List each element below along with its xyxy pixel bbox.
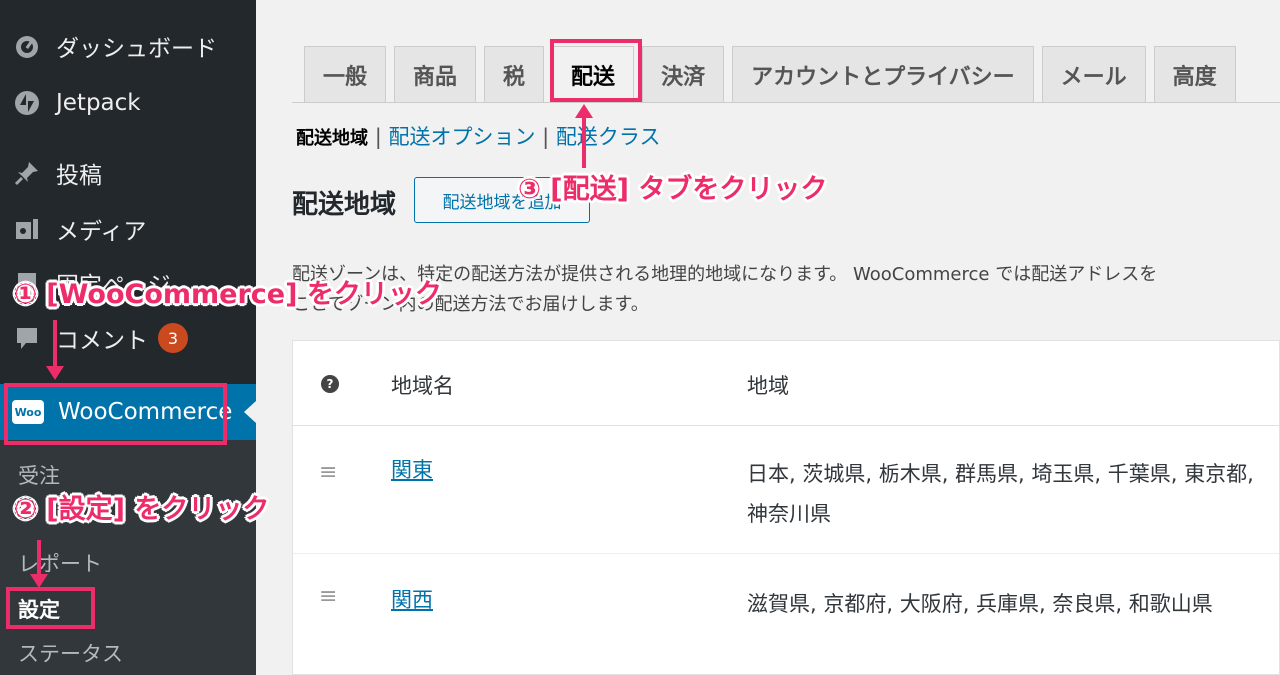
active-menu-pointer <box>244 401 256 423</box>
tab-tax[interactable]: 税 <box>484 46 545 103</box>
table-header: ? 地域名 地域 <box>293 341 1279 426</box>
subnav-separator: | <box>542 125 556 149</box>
annotation-step-2: ② [設定] をクリック <box>14 494 270 525</box>
tab-email[interactable]: メール <box>1041 46 1146 103</box>
dashboard-icon <box>12 31 42 61</box>
table-row: ≡ 関東 日本, 茨城県, 栃木県, 群馬県, 埼玉県, 千葉県, 東京都, 神… <box>293 426 1279 554</box>
help-icon[interactable]: ? <box>321 375 339 393</box>
menu-label: 投稿 <box>56 163 102 189</box>
annotation-step-3: ③ [配送] タブをクリック <box>518 174 828 205</box>
menu-item-posts[interactable]: 投稿 <box>0 148 256 198</box>
menu-item-dashboard[interactable]: ダッシュボード <box>0 21 256 71</box>
column-header-name: 地域名 <box>391 374 454 398</box>
tab-products[interactable]: 商品 <box>394 46 477 103</box>
submenu-status[interactable]: ステータス <box>18 638 123 668</box>
subnav-classes[interactable]: 配送クラス <box>556 125 661 149</box>
settings-tabs: 一般 商品 税 配送 決済 アカウントとプライバシー メール 高度 <box>304 46 1236 103</box>
highlight-shipping-tab <box>550 39 642 102</box>
tab-divider <box>292 102 1280 103</box>
drag-handle-icon[interactable]: ≡ <box>319 460 337 485</box>
menu-label: メディア <box>56 219 147 245</box>
zone-regions: 滋賀県, 京都府, 大阪府, 兵庫県, 奈良県, 和歌山県 <box>747 592 1213 616</box>
menu-item-media[interactable]: メディア <box>0 204 256 254</box>
page-title: 配送地域 <box>292 190 397 220</box>
table-row: ≡ 関西 滋賀県, 京都府, 大阪府, 兵庫県, 奈良県, 和歌山県 <box>293 554 1279 674</box>
subnav-separator: | <box>374 125 389 149</box>
pin-icon <box>12 158 42 188</box>
zone-name-link[interactable]: 関西 <box>391 584 433 614</box>
annotation-arrowhead <box>575 104 593 118</box>
annotation-step-1: ① [WooCommerce] をクリック <box>14 279 442 310</box>
subnav-options[interactable]: 配送オプション <box>388 125 535 149</box>
menu-item-comments[interactable]: コメント 3 <box>0 313 256 363</box>
tab-advanced[interactable]: 高度 <box>1153 46 1236 103</box>
tab-accounts-privacy[interactable]: アカウントとプライバシー <box>732 46 1034 103</box>
menu-label: コメント <box>56 328 148 354</box>
media-icon <box>12 214 42 244</box>
shipping-zones-table: ? 地域名 地域 ≡ 関東 日本, 茨城県, 栃木県, 群馬県, 埼玉県, 千葉… <box>292 340 1280 675</box>
menu-item-jetpack[interactable]: Jetpack <box>0 78 256 128</box>
subnav-zones[interactable]: 配送地域 <box>296 128 368 149</box>
highlight-settings <box>6 587 95 629</box>
zone-name-link[interactable]: 関東 <box>391 454 433 484</box>
annotation-arrow <box>582 118 586 168</box>
menu-label: ダッシュボード <box>56 36 217 62</box>
zone-regions: 日本, 茨城県, 栃木県, 群馬県, 埼玉県, 千葉県, 東京都, 神奈川県 <box>747 462 1254 526</box>
comment-icon <box>12 323 42 353</box>
submenu-orders[interactable]: 受注 <box>18 460 60 490</box>
shipping-subnav: 配送地域 | 配送オプション | 配送クラス <box>296 121 661 151</box>
tab-payments[interactable]: 決済 <box>642 46 725 103</box>
annotation-arrowhead <box>46 366 64 380</box>
menu-label: Jetpack <box>56 90 141 116</box>
drag-handle-icon[interactable]: ≡ <box>319 584 337 609</box>
annotation-arrow <box>37 540 41 576</box>
jetpack-icon <box>12 88 42 118</box>
column-header-region: 地域 <box>747 374 789 398</box>
annotation-arrowhead <box>30 574 48 588</box>
highlight-woocommerce <box>4 383 227 445</box>
main-content: 一般 商品 税 配送 決済 アカウントとプライバシー メール 高度 配送地域 |… <box>256 0 1280 675</box>
comment-count-badge: 3 <box>158 323 188 353</box>
tab-general[interactable]: 一般 <box>304 46 387 103</box>
annotation-arrow <box>53 320 57 372</box>
